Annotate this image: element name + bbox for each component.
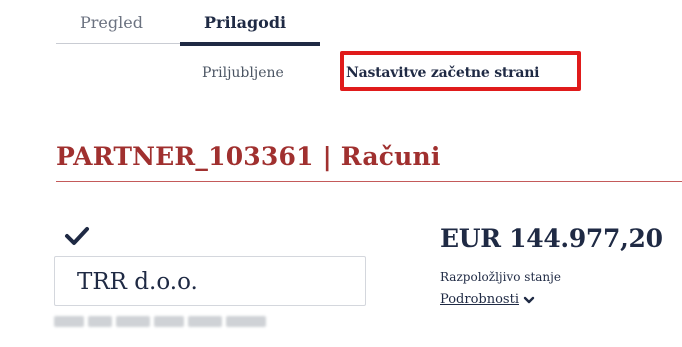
tab-customize[interactable]: Prilagodi (204, 12, 286, 34)
subtab-homepage-settings[interactable]: Nastavitve začetne strani (346, 63, 540, 83)
account-card[interactable]: TRR d.o.o. (54, 256, 366, 306)
subtab-favorites[interactable]: Priljubljene (202, 63, 284, 83)
account-balance: EUR 144.977,20 (440, 224, 663, 253)
title-divider (56, 181, 682, 182)
details-label: Podrobnosti (440, 292, 519, 307)
main-tabs: Pregled Prilagodi (56, 0, 320, 46)
chevron-down-icon (523, 296, 535, 304)
account-name: TRR d.o.o. (77, 269, 198, 295)
check-icon[interactable] (64, 225, 90, 247)
page-title: PARTNER_103361 | Računi (56, 142, 441, 171)
active-tab-indicator (180, 42, 320, 46)
account-number-redacted (54, 312, 270, 330)
balance-label: Razpoložljivo stanje (440, 270, 561, 284)
details-link[interactable]: Podrobnosti (440, 291, 535, 309)
tab-overview[interactable]: Pregled (80, 12, 143, 34)
